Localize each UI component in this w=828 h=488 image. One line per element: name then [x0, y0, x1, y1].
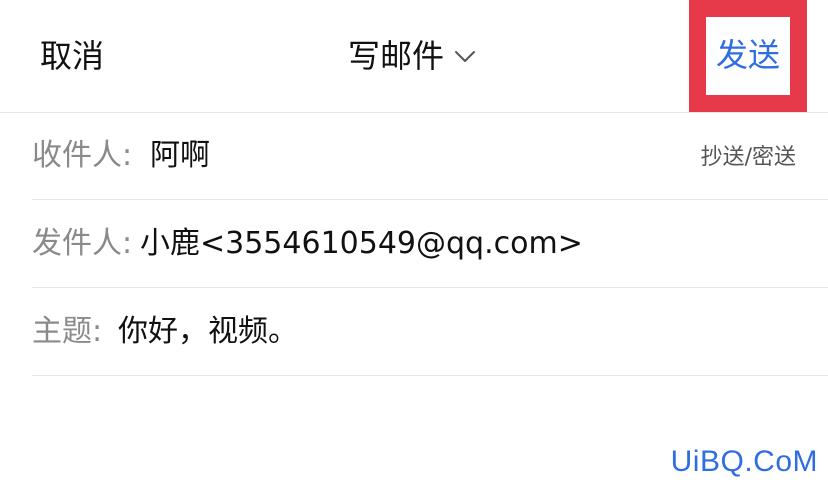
cancel-button[interactable]: 取消	[40, 36, 104, 76]
from-field-row[interactable]: 发件人: 小鹿<3554610549@qq.com>	[32, 200, 828, 288]
to-field-value[interactable]: 阿啊	[150, 136, 210, 176]
send-button[interactable]: 发送	[706, 35, 790, 75]
chevron-down-icon	[454, 49, 476, 63]
subject-field-value[interactable]: 你好，视频。	[118, 312, 298, 352]
compose-nav-bar: 取消 写邮件 发送	[0, 0, 828, 113]
from-field-label: 发件人:	[32, 226, 133, 261]
subject-field-row[interactable]: 主题: 你好，视频。	[32, 288, 828, 376]
to-field-row[interactable]: 收件人: 阿啊 抄送/密送	[32, 112, 828, 200]
subject-field-label: 主题:	[32, 314, 103, 349]
send-button-highlight[interactable]: 发送	[689, 0, 807, 112]
watermark-text: UiBQ.CoM	[670, 445, 818, 478]
page-title: 写邮件	[348, 37, 445, 75]
to-field-label: 收件人:	[32, 138, 133, 173]
from-field-value[interactable]: 小鹿<3554610549@qq.com>	[140, 224, 583, 264]
cc-bcc-button[interactable]: 抄送/密送	[701, 142, 796, 174]
compose-email-screen: 取消 写邮件 发送 收件人: 阿啊 抄送/密送 发件人: 小鹿<35546105…	[0, 0, 828, 488]
compose-title-dropdown[interactable]: 写邮件	[348, 36, 476, 76]
